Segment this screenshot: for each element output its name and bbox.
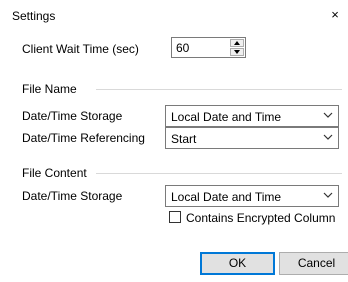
down-arrow-icon (234, 50, 240, 54)
close-icon[interactable]: × (328, 7, 342, 23)
cancel-button[interactable]: Cancel (279, 252, 348, 275)
filecontent-datetime-storage-select[interactable]: Local Date and Time (165, 185, 339, 207)
client-wait-label: Client Wait Time (sec) (22, 42, 139, 56)
filename-datetime-referencing-label: Date/Time Referencing (22, 131, 145, 145)
client-wait-value[interactable]: 60 (176, 41, 189, 55)
filename-datetime-storage-label: Date/Time Storage (22, 109, 123, 123)
file-content-group-label: File Content (22, 166, 87, 180)
decrement-button[interactable] (230, 48, 244, 56)
client-wait-stepper[interactable]: 60 (171, 37, 246, 58)
filename-datetime-referencing-value: Start (171, 132, 197, 146)
increment-button[interactable] (230, 39, 244, 47)
chevron-down-icon (323, 192, 333, 198)
filename-datetime-storage-value: Local Date and Time (171, 110, 282, 124)
title-bar: Settings × (0, 0, 348, 32)
file-name-group-label: File Name (22, 82, 77, 96)
file-name-divider (96, 89, 342, 90)
window-title: Settings (12, 9, 56, 23)
encrypted-column-checkbox[interactable] (169, 211, 181, 223)
ok-button[interactable]: OK (200, 252, 275, 275)
file-content-divider (96, 173, 342, 174)
chevron-down-icon (323, 134, 333, 140)
filename-datetime-referencing-select[interactable]: Start (165, 127, 339, 149)
chevron-down-icon (323, 112, 333, 118)
filename-datetime-storage-select[interactable]: Local Date and Time (165, 105, 339, 127)
filecontent-datetime-storage-value: Local Date and Time (171, 190, 282, 204)
filecontent-datetime-storage-label: Date/Time Storage (22, 189, 123, 203)
stepper-buttons (230, 39, 244, 56)
encrypted-column-label[interactable]: Contains Encrypted Column (186, 211, 335, 225)
up-arrow-icon (234, 41, 240, 45)
